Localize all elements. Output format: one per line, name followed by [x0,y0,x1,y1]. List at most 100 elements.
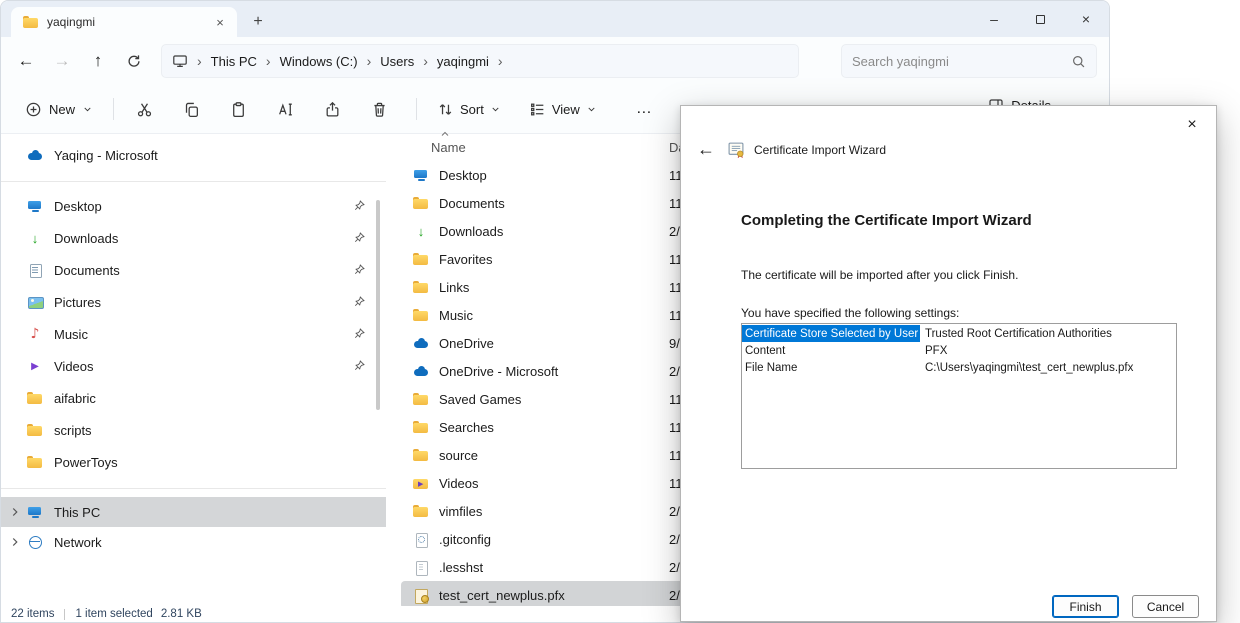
sidebar-item[interactable]: scripts [1,414,386,446]
plus-circle-icon [25,101,42,118]
gear-file-icon [413,531,429,547]
sidebar-separator [1,181,386,182]
sidebar-item-label: aifabric [54,391,96,406]
chevron-right-icon[interactable] [8,535,22,549]
sidebar-item[interactable]: Music [1,318,386,350]
forward-button[interactable]: → [45,44,79,78]
sidebar-scrollbar[interactable] [376,200,380,410]
file-icon [413,559,429,575]
cut-button[interactable] [124,93,164,125]
share-button[interactable] [312,93,352,125]
file-name: Links [439,280,469,295]
sidebar-item[interactable]: Videos [1,350,386,382]
breadcrumb-item[interactable]: This PC [211,54,257,69]
cancel-button[interactable]: Cancel [1132,595,1199,618]
new-button[interactable]: New [15,93,103,125]
breadcrumb-separator: › [188,53,211,69]
new-tab-button[interactable]: + [245,9,271,35]
breadcrumb-separator: › [257,53,280,69]
sidebar-item[interactable]: Desktop [1,190,386,222]
setting-key: Content [742,342,920,359]
search-input[interactable] [852,54,1071,69]
downloads-icon [27,230,43,246]
file-name: OneDrive - Microsoft [439,364,558,379]
folder-icon [413,419,429,435]
certificate-wizard-icon [727,141,745,158]
folder-icon [413,503,429,519]
maximize-button[interactable] [1017,1,1063,37]
file-name: source [439,448,478,463]
sidebar-item[interactable]: Documents [1,254,386,286]
certificate-icon [413,587,429,603]
sidebar-item-label: This PC [54,505,100,520]
sidebar-separator [1,488,386,489]
cut-icon [136,101,153,118]
sidebar-item-onedrive[interactable]: Yaqing - Microsoft [1,139,386,171]
folder-icon [27,422,43,438]
back-button[interactable]: ← [9,44,43,78]
search-icon [1071,54,1086,69]
sidebar-item[interactable]: Pictures [1,286,386,318]
folder-icon [413,391,429,407]
breadcrumb-item[interactable]: yaqingmi [437,54,489,69]
setting-key: Certificate Store Selected by User [742,325,920,342]
close-button[interactable]: × [1063,1,1109,37]
setting-value: C:\Users\yaqingmi\test_cert_newplus.pfx [920,362,1133,374]
rename-icon [277,101,294,118]
settings-row[interactable]: File Name C:\Users\yaqingmi\test_cert_ne… [742,359,1176,376]
breadcrumb-item[interactable]: Users [380,54,414,69]
sidebar-item-network[interactable]: Network [1,527,386,557]
folder-icon [27,454,43,470]
minimize-button[interactable]: – [971,1,1017,37]
folder-icon [413,251,429,267]
breadcrumb[interactable]: › This PC › Windows (C:) › Users › yaqin… [161,44,799,78]
folder-icon [413,195,429,211]
sort-ascending-icon [439,128,451,140]
network-icon [27,534,43,550]
settings-row[interactable]: Content PFX [742,342,1176,359]
view-button[interactable]: View [519,93,607,125]
refresh-button[interactable] [117,44,151,78]
file-name: Videos [439,476,479,491]
sidebar-item-this-pc[interactable]: This PC [1,497,386,527]
dialog-back-button[interactable]: ← [694,139,718,160]
share-icon [324,101,341,118]
finish-button[interactable]: Finish [1052,595,1119,618]
toolbar-divider [416,98,417,120]
sidebar-item-label: Desktop [54,199,102,214]
sidebar-item[interactable]: aifabric [1,382,386,414]
tab-bar: yaqingmi × + – × [1,1,1109,37]
file-date: 2/ [669,504,680,519]
file-date: 2/ [669,588,680,603]
delete-button[interactable] [359,93,399,125]
dialog-close-button[interactable]: × [1175,111,1209,139]
chevron-right-icon[interactable] [8,505,22,519]
file-date: 2/ [669,532,680,547]
file-name: Saved Games [439,392,521,407]
sort-button[interactable]: Sort [427,93,511,125]
paste-button[interactable] [218,93,258,125]
folder-icon [413,279,429,295]
breadcrumb-separator: › [489,53,512,69]
settings-row[interactable]: Certificate Store Selected by User Trust… [742,325,1176,342]
sidebar-item-label: PowerToys [54,455,118,470]
sidebar-item[interactable]: PowerToys [1,446,386,478]
paste-icon [230,101,247,118]
breadcrumb-item[interactable]: Windows (C:) [280,54,358,69]
copy-button[interactable] [171,93,211,125]
folder-icon [413,447,429,463]
setting-key: File Name [742,359,920,376]
tab-close-icon[interactable]: × [211,13,229,31]
explorer-tab[interactable]: yaqingmi × [11,7,237,37]
search-box[interactable] [841,44,1097,78]
pin-icon [353,263,366,276]
up-button[interactable]: ↑ [81,44,115,78]
view-icon [529,101,546,118]
sort-icon [437,101,454,118]
sidebar-item[interactable]: Downloads [1,222,386,254]
more-options-button[interactable]: … [627,93,661,125]
desktop-icon [27,198,43,214]
name-column-header[interactable]: Name [431,140,466,155]
rename-button[interactable] [265,93,305,125]
file-date: 2/ [669,224,680,239]
